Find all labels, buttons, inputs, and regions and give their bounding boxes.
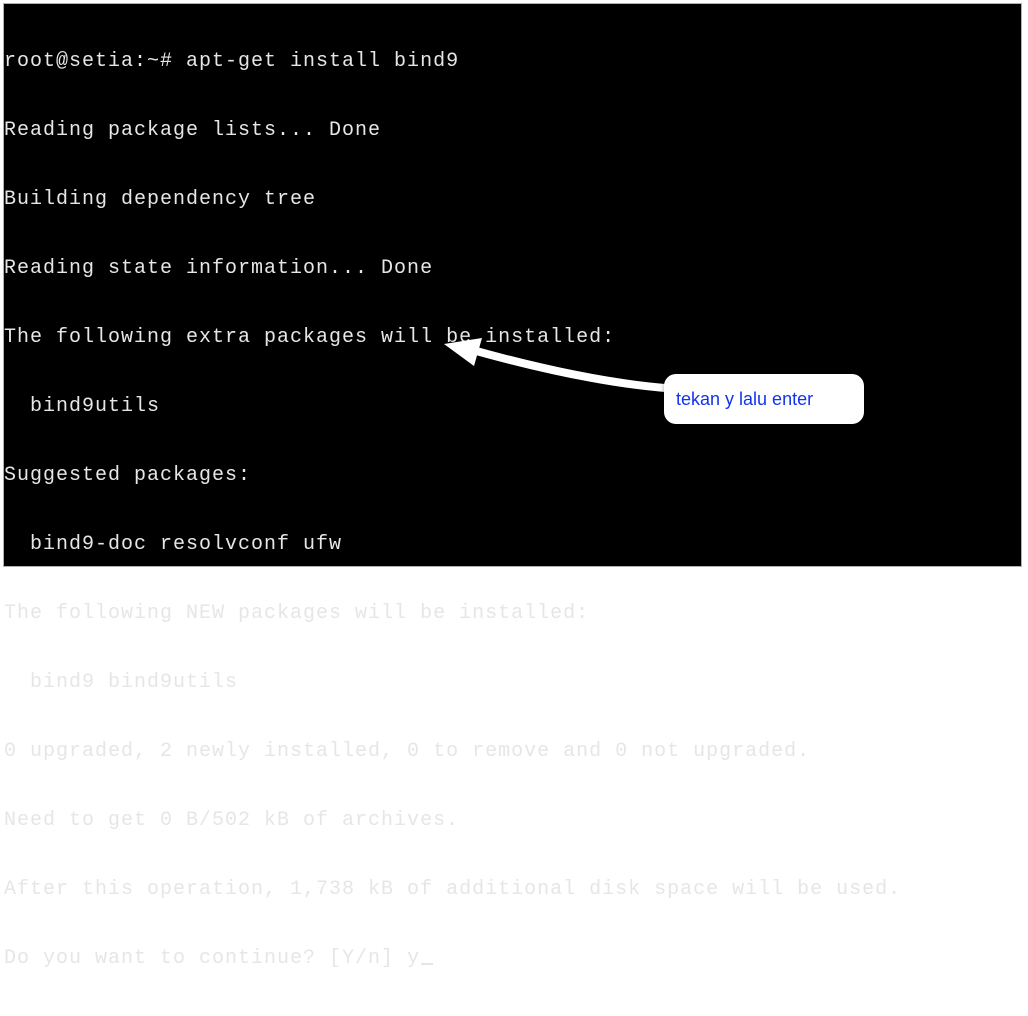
terminal-line: root@setia:~# apt-get install bind9	[4, 50, 901, 73]
terminal-window: root@setia:~# apt-get install bind9 Read…	[3, 3, 1022, 567]
terminal-line: bind9-doc resolvconf ufw	[4, 533, 901, 556]
annotation-callout-text: tekan y lalu enter	[676, 389, 813, 409]
terminal-line: 0 upgraded, 2 newly installed, 0 to remo…	[4, 740, 901, 763]
terminal-line: After this operation, 1,738 kB of additi…	[4, 878, 901, 901]
annotation-callout: tekan y lalu enter	[664, 374, 864, 424]
terminal-output[interactable]: root@setia:~# apt-get install bind9 Read…	[4, 4, 901, 1016]
prompt-user-input[interactable]: y	[407, 947, 420, 970]
terminal-line: The following NEW packages will be insta…	[4, 602, 901, 625]
terminal-line: Building dependency tree	[4, 188, 901, 211]
terminal-line: The following extra packages will be ins…	[4, 326, 901, 349]
prompt-question: Do you want to continue? [Y/n]	[4, 947, 407, 970]
terminal-line: Reading package lists... Done	[4, 119, 901, 142]
terminal-line: bind9 bind9utils	[4, 671, 901, 694]
terminal-cursor	[421, 963, 433, 965]
terminal-line: Reading state information... Done	[4, 257, 901, 280]
terminal-line: Suggested packages:	[4, 464, 901, 487]
terminal-prompt-line: Do you want to continue? [Y/n] y	[4, 947, 901, 970]
terminal-line: Need to get 0 B/502 kB of archives.	[4, 809, 901, 832]
